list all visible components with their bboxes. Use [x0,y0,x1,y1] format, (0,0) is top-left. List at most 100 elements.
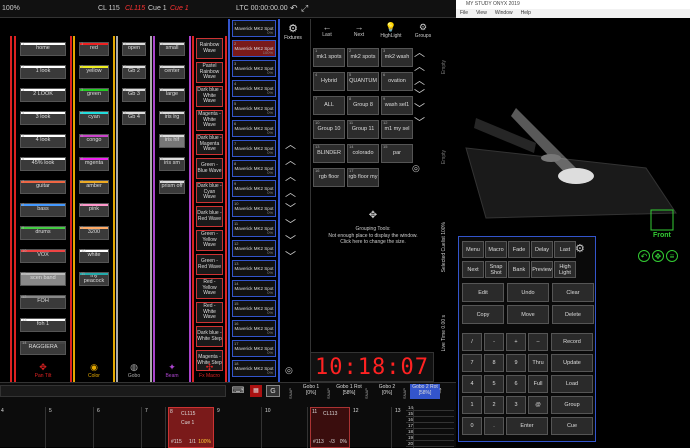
playback-cell[interactable]: 9 [216,407,262,448]
fx-macro-button[interactable]: Dark blue - Red Wave [196,206,223,227]
fx-macro-button[interactable]: Rainbow Wave [196,38,223,59]
palette-button[interactable]: 7 amber [79,180,109,194]
palette-button[interactable]: 1 home [20,42,66,56]
menu-help[interactable]: Help [521,10,531,17]
playback-cell[interactable]: 5 [48,407,94,448]
palette-button[interactable]: 4 cyan [79,111,109,125]
fixture-cell[interactable]: 1 Maverick MK2 Spot 0% [232,20,276,37]
palette-button[interactable]: 14 RAGGIERA [20,341,66,355]
keypad-key[interactable]: @ [528,396,548,414]
group-button[interactable]: 14 colorado [347,144,379,163]
scroll-up-icon[interactable]: ︿ [285,156,296,167]
keypad-key[interactable]: Enter [506,417,548,435]
stage-view[interactable] [456,18,690,236]
fixture-cell[interactable]: 12 Maverick MK2 Spot 0% [232,240,276,257]
fixture-cell[interactable]: 14 Maverick MK2 Spot 0% [232,280,276,297]
fx-macro-button[interactable]: Red - Yellow Wave [196,278,223,299]
palette-button[interactable]: 2 center [159,65,185,79]
palette-button[interactable]: 11 my peacock [79,272,109,286]
fullscreen-icon[interactable]: ⤢ [301,3,308,14]
active-playback-cell[interactable]: 8 CL115 Cue 1 #115 1/1 100% [168,407,214,448]
group-button[interactable]: 13 BLINDER [313,144,345,163]
palette-button[interactable]: 43 look [20,111,66,125]
palette-button[interactable]: 8 bass [20,203,66,217]
fixture-cell[interactable]: 7 Maverick MK2 Spot 0% [232,140,276,157]
group-button[interactable]: 5 QUANTUM [347,72,379,91]
palette-button[interactable]: 12 FOH [20,295,66,309]
playback-cell[interactable]: 10 [264,407,308,448]
palette-button[interactable]: 13 foh 1 [20,318,66,332]
palette-button[interactable]: 54 look [20,134,66,148]
arrow-up-icon[interactable]: ↑ [438,385,443,395]
palette-button[interactable]: 1 small [159,42,185,56]
group-button[interactable]: 15 par [381,144,413,163]
keypad-key[interactable]: 9 [506,354,526,372]
groups-nav-last[interactable]: ← Last [311,22,343,38]
scroll-down-icon[interactable]: ﹀ [285,252,296,263]
keypad-load-button[interactable]: Load [551,375,593,393]
column-footer[interactable]: ✣ Fx Macro [194,362,225,379]
fixture-cell[interactable]: 17 Maverick MK2 Spot 0% [232,340,276,357]
eye-icon[interactable]: ◎ [412,164,420,173]
fixture-cell[interactable]: 13 Maverick MK2 Spot 0% [232,260,276,277]
keypad-delay-button[interactable]: Delay [531,241,553,258]
column-footer[interactable]: ✥ Pan Tilt [16,362,70,379]
playback-cell[interactable]: 4 [0,407,46,448]
keypad-key[interactable]: - [484,333,504,351]
keypad-last-button[interactable]: Last [554,241,576,258]
keypad-undo-button[interactable]: Undo [507,283,549,302]
palette-button[interactable]: 4 Gb 4 [122,111,146,125]
keypad-key[interactable]: 5 [484,375,504,393]
playback-cell[interactable]: 7 [144,407,166,448]
palette-button[interactable]: 1 open [122,42,146,56]
keypad-update-button[interactable]: Update [551,354,593,372]
palette-button[interactable]: 21 look [20,65,66,79]
fx-macro-button[interactable]: Pastel Rainbow Wave [196,62,223,83]
scroll-up-icon[interactable]: ︿ [414,48,425,59]
menu-window[interactable]: Window [495,10,513,17]
groups-nav-highlight[interactable]: 💡 HighLight [375,22,407,39]
palette-button[interactable]: 10 white [79,249,109,263]
fixture-cell[interactable]: 18 Maverick MK2 Spot 0% [232,360,276,377]
column-footer[interactable]: ✦ Beam [155,362,189,379]
palette-button[interactable]: 9 3200 [79,226,109,240]
fixture-cell[interactable]: 5 Maverick MK2 Spot 0% [232,100,276,117]
keypad-key[interactable]: 4 [462,375,482,393]
back-icon[interactable]: ↶ [290,3,298,14]
fixture-cell[interactable]: 6 Maverick MK2 Spot 0% [232,120,276,137]
palette-button[interactable]: 3 green [79,88,109,102]
keypad-cue-button[interactable]: Cue [551,417,593,435]
keypad-key[interactable]: 8 [484,354,504,372]
keypad-clear-button[interactable]: Clear [552,283,594,302]
fixture-cell[interactable]: 3 Maverick MK2 Spot 0% [232,60,276,77]
fx-macro-button[interactable]: Red - White Wave [196,302,223,323]
fixture-cell[interactable]: 11 Maverick MK2 Spot 0% [232,220,276,237]
fixture-cell[interactable]: 8 Maverick MK2 Spot 0% [232,160,276,177]
keypad-key[interactable]: 1 [462,396,482,414]
fx-macro-button[interactable]: Magenta - White Wave [196,110,223,131]
group-button[interactable]: 7 ALL [313,96,345,115]
keypad-key[interactable]: – [528,333,548,351]
playback-cell[interactable]: 6 [96,407,142,448]
palette-button[interactable]: 5 iris hlf [159,134,185,148]
keypad-fade-button[interactable]: Fade [508,241,530,258]
scroll-up-icon[interactable]: ︿ [414,76,425,87]
keypad-delete-button[interactable]: Delete [552,305,594,324]
group-button[interactable]: 1 mk1 spots [313,48,345,67]
scroll-down-icon[interactable]: ﹀ [414,118,425,129]
fixture-cell[interactable]: 9 Maverick MK2 Spot 0% [232,180,276,197]
palette-button[interactable]: 8 pink [79,203,109,217]
keypad-key[interactable]: Thru [528,354,548,372]
palette-button[interactable]: 6 45% look [20,157,66,171]
encoder-gobo[interactable]: Gobo 2 Rot [58%] [410,384,440,399]
fx-macro-button[interactable]: Green - Blue Wave [196,158,223,179]
fx-macro-button[interactable]: Green - Red Wave [196,254,223,275]
palette-button[interactable]: 11 scen band [20,272,66,286]
keypad-high-light-button[interactable]: High Light [554,261,576,278]
rotate-icon[interactable]: ↶ [638,250,650,262]
group-button[interactable]: 9 wash sel1 [381,96,413,115]
encoder-gobo[interactable]: Gobo 2 [0%] [372,384,402,399]
palette-button[interactable]: 4 iris lrg [159,111,185,125]
group-button[interactable]: 2 mk2 spots [347,48,379,67]
palette-button[interactable]: 2 Gb 2 [122,65,146,79]
